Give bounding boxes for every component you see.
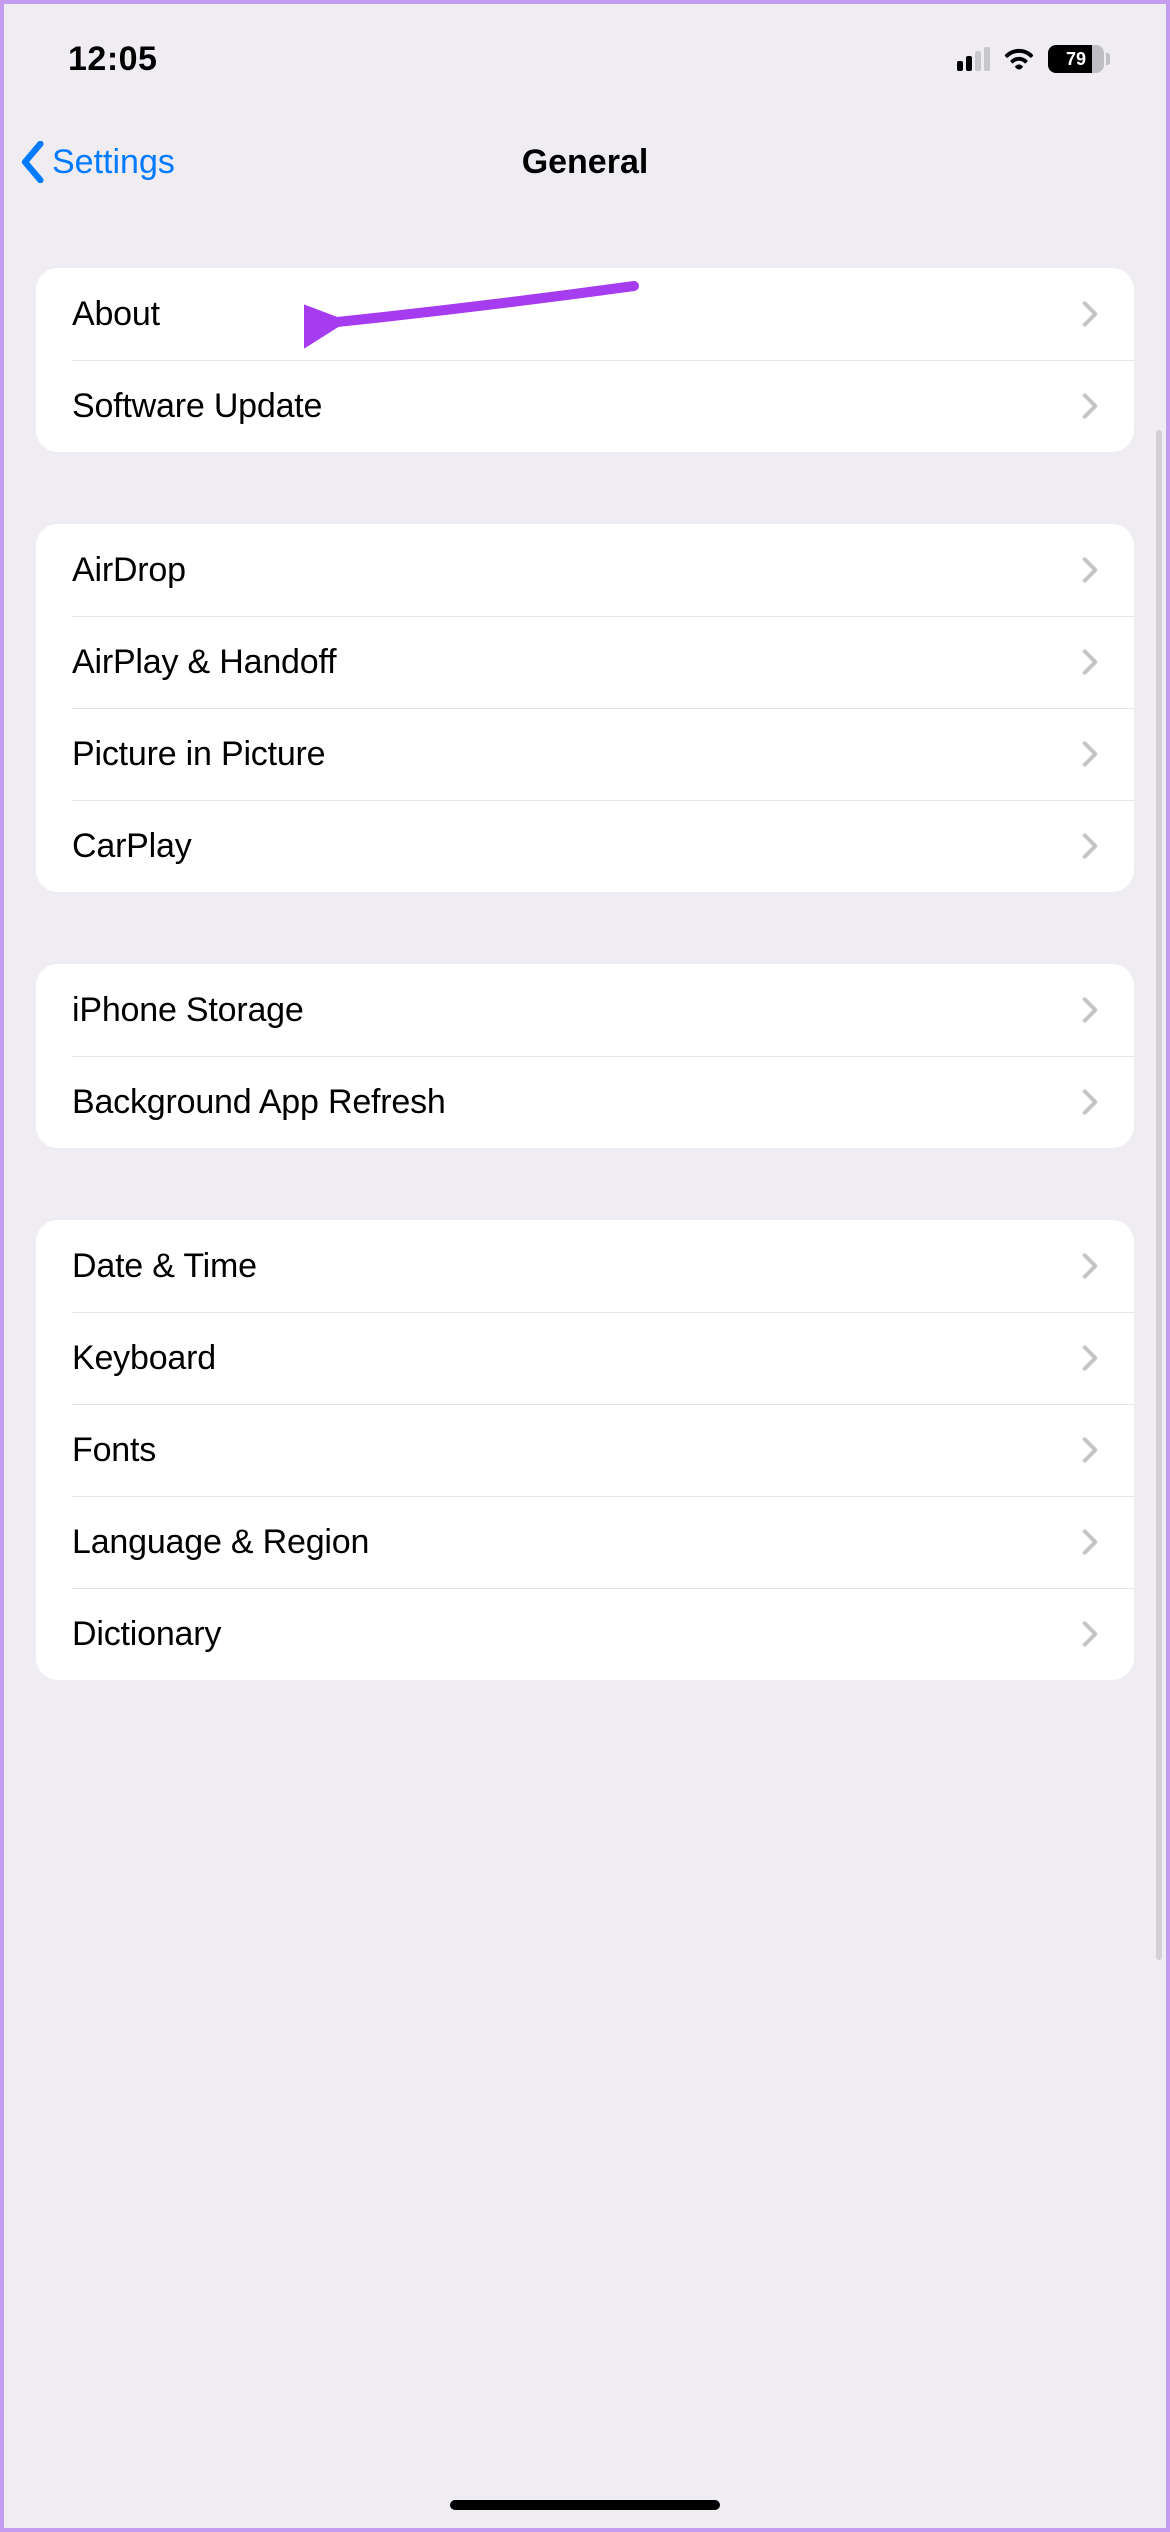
row-label: Picture in Picture [72,735,325,774]
back-label: Settings [52,143,175,182]
row-fonts[interactable]: Fonts [36,1404,1134,1496]
scrollbar[interactable] [1156,430,1162,1960]
row-date-time[interactable]: Date & Time [36,1220,1134,1312]
row-background-app-refresh[interactable]: Background App Refresh [36,1056,1134,1148]
chevron-right-icon [1082,740,1098,768]
chevron-left-icon [18,141,46,183]
row-label: CarPlay [72,827,192,866]
cellular-icon [957,47,990,71]
row-iphone-storage[interactable]: iPhone Storage [36,964,1134,1056]
back-button[interactable]: Settings [18,141,175,183]
page-title: General [4,143,1166,182]
chevron-right-icon [1082,1436,1098,1464]
row-airdrop[interactable]: AirDrop [36,524,1134,616]
chevron-right-icon [1082,1344,1098,1372]
row-label: Fonts [72,1431,156,1470]
chevron-right-icon [1082,648,1098,676]
chevron-right-icon [1082,1528,1098,1556]
row-label: AirDrop [72,551,186,590]
navigation-bar: Settings General [4,114,1166,210]
row-dictionary[interactable]: Dictionary [36,1588,1134,1680]
row-carplay[interactable]: CarPlay [36,800,1134,892]
status-bar: 12:05 79 [4,4,1166,114]
chevron-right-icon [1082,1252,1098,1280]
row-label: Language & Region [72,1523,369,1562]
row-about[interactable]: About [36,268,1134,360]
home-indicator[interactable] [450,2500,720,2510]
row-keyboard[interactable]: Keyboard [36,1312,1134,1404]
row-label: iPhone Storage [72,991,304,1030]
chevron-right-icon [1082,556,1098,584]
row-label: Keyboard [72,1339,216,1378]
row-label: AirPlay & Handoff [72,643,336,682]
settings-group: Date & Time Keyboard Fonts Language & Re… [36,1220,1134,1680]
content-scroll[interactable]: About Software Update AirDrop [4,210,1166,2528]
chevron-right-icon [1082,1088,1098,1116]
row-label: Background App Refresh [72,1083,446,1122]
row-label: Dictionary [72,1615,221,1654]
row-label: Software Update [72,387,322,426]
chevron-right-icon [1082,300,1098,328]
row-software-update[interactable]: Software Update [36,360,1134,452]
settings-group: AirDrop AirPlay & Handoff Picture in Pic… [36,524,1134,892]
settings-group: iPhone Storage Background App Refresh [36,964,1134,1148]
row-language-region[interactable]: Language & Region [36,1496,1134,1588]
row-picture-in-picture[interactable]: Picture in Picture [36,708,1134,800]
row-airplay-handoff[interactable]: AirPlay & Handoff [36,616,1134,708]
battery-level: 79 [1066,49,1086,70]
chevron-right-icon [1082,996,1098,1024]
chevron-right-icon [1082,1620,1098,1648]
battery-icon: 79 [1048,45,1110,73]
status-indicators: 79 [957,40,1110,79]
status-time: 12:05 [68,40,157,79]
row-label: About [72,295,160,334]
chevron-right-icon [1082,832,1098,860]
wifi-icon [1002,40,1036,79]
chevron-right-icon [1082,392,1098,420]
row-label: Date & Time [72,1247,257,1286]
settings-group: About Software Update [36,268,1134,452]
